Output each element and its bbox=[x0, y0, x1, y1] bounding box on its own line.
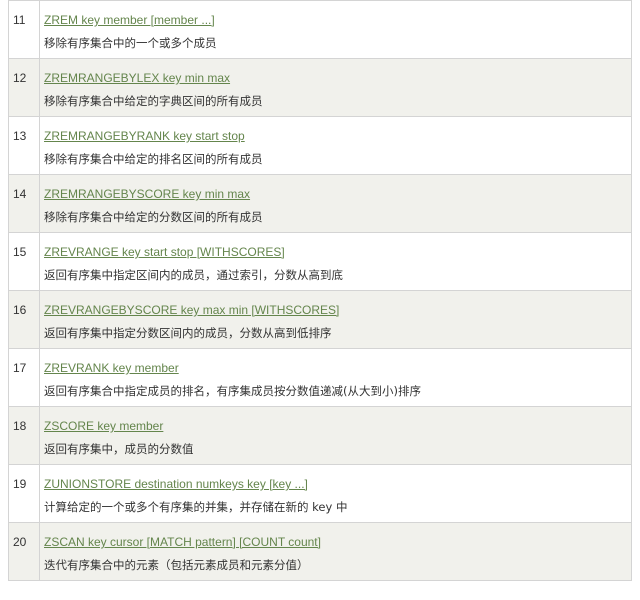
row-number: 19 bbox=[13, 477, 27, 491]
table-row: 18 ZSCORE key member 返回有序集中，成员的分数值 bbox=[8, 406, 632, 465]
row-number: 17 bbox=[13, 361, 27, 375]
command-link[interactable]: ZREMRANGEBYSCORE key min max bbox=[40, 175, 631, 201]
row-number: 18 bbox=[13, 419, 27, 433]
command-link[interactable]: ZSCORE key member bbox=[40, 407, 631, 433]
command-cell: ZSCORE key member 返回有序集中，成员的分数值 bbox=[39, 406, 632, 465]
command-cell: ZSCAN key cursor [MATCH pattern] [COUNT … bbox=[39, 522, 632, 581]
row-number-cell: 19 bbox=[8, 464, 40, 523]
row-number: 13 bbox=[13, 129, 27, 143]
command-link[interactable]: ZREMRANGEBYLEX key min max bbox=[40, 59, 631, 85]
command-link[interactable]: ZREMRANGEBYRANK key start stop bbox=[40, 117, 631, 143]
command-description: 返回有序集中指定分数区间内的成员，分数从高到低排序 bbox=[44, 326, 332, 340]
command-table: 11 ZREM key member [member ...] 移除有序集合中的… bbox=[8, 0, 632, 581]
table-row: 17 ZREVRANK key member 返回有序集合中指定成员的排名，有序… bbox=[8, 348, 632, 407]
row-number: 15 bbox=[13, 245, 27, 259]
row-number: 11 bbox=[13, 13, 26, 27]
row-number: 16 bbox=[13, 303, 27, 317]
command-cell: ZREMRANGEBYRANK key start stop 移除有序集合中给定… bbox=[39, 116, 632, 175]
command-description: 计算给定的一个或多个有序集的并集，并存储在新的 key 中 bbox=[44, 500, 348, 514]
row-number-cell: 17 bbox=[8, 348, 40, 407]
command-cell: ZUNIONSTORE destination numkeys key [key… bbox=[39, 464, 632, 523]
command-cell: ZREM key member [member ...] 移除有序集合中的一个或… bbox=[39, 0, 632, 59]
table-row: 20 ZSCAN key cursor [MATCH pattern] [COU… bbox=[8, 522, 632, 581]
command-description: 移除有序集合中的一个或多个成员 bbox=[44, 36, 217, 50]
table-row: 19 ZUNIONSTORE destination numkeys key [… bbox=[8, 464, 632, 523]
row-number-cell: 13 bbox=[8, 116, 40, 175]
table-row: 14 ZREMRANGEBYSCORE key min max 移除有序集合中给… bbox=[8, 174, 632, 233]
table-row: 13 ZREMRANGEBYRANK key start stop 移除有序集合… bbox=[8, 116, 632, 175]
command-cell: ZREVRANK key member 返回有序集合中指定成员的排名，有序集成员… bbox=[39, 348, 632, 407]
command-link[interactable]: ZUNIONSTORE destination numkeys key [key… bbox=[40, 465, 631, 491]
command-description: 移除有序集合中给定的分数区间的所有成员 bbox=[44, 210, 263, 224]
command-cell: ZREVRANGEBYSCORE key max min [WITHSCORES… bbox=[39, 290, 632, 349]
command-link[interactable]: ZSCAN key cursor [MATCH pattern] [COUNT … bbox=[40, 523, 631, 549]
command-description: 迭代有序集合中的元素（包括元素成员和元素分值） bbox=[44, 558, 309, 572]
row-number-cell: 12 bbox=[8, 58, 40, 117]
row-number-cell: 20 bbox=[8, 522, 40, 581]
command-description: 返回有序集中指定区间内的成员，通过索引，分数从高到底 bbox=[44, 268, 343, 282]
table-row: 12 ZREMRANGEBYLEX key min max 移除有序集合中给定的… bbox=[8, 58, 632, 117]
command-link[interactable]: ZREVRANGEBYSCORE key max min [WITHSCORES… bbox=[40, 291, 631, 317]
row-number-cell: 18 bbox=[8, 406, 40, 465]
row-number-cell: 11 bbox=[8, 0, 40, 59]
command-cell: ZREMRANGEBYLEX key min max 移除有序集合中给定的字典区… bbox=[39, 58, 632, 117]
command-link[interactable]: ZREVRANGE key start stop [WITHSCORES] bbox=[40, 233, 631, 259]
table-row: 16 ZREVRANGEBYSCORE key max min [WITHSCO… bbox=[8, 290, 632, 349]
row-number: 14 bbox=[13, 187, 27, 201]
command-cell: ZREMRANGEBYSCORE key min max 移除有序集合中给定的分… bbox=[39, 174, 632, 233]
command-cell: ZREVRANGE key start stop [WITHSCORES] 返回… bbox=[39, 232, 632, 291]
command-link[interactable]: ZREM key member [member ...] bbox=[40, 1, 631, 27]
row-number-cell: 15 bbox=[8, 232, 40, 291]
command-link[interactable]: ZREVRANK key member bbox=[40, 349, 631, 375]
table-row: 11 ZREM key member [member ...] 移除有序集合中的… bbox=[8, 0, 632, 59]
command-description: 返回有序集合中指定成员的排名，有序集成员按分数值递减(从大到小)排序 bbox=[44, 384, 421, 398]
command-description: 移除有序集合中给定的排名区间的所有成员 bbox=[44, 152, 263, 166]
row-number-cell: 14 bbox=[8, 174, 40, 233]
table-row: 15 ZREVRANGE key start stop [WITHSCORES]… bbox=[8, 232, 632, 291]
command-description: 移除有序集合中给定的字典区间的所有成员 bbox=[44, 94, 263, 108]
command-description: 返回有序集中，成员的分数值 bbox=[44, 442, 194, 456]
row-number: 20 bbox=[13, 535, 27, 549]
row-number-cell: 16 bbox=[8, 290, 40, 349]
row-number: 12 bbox=[13, 71, 27, 85]
